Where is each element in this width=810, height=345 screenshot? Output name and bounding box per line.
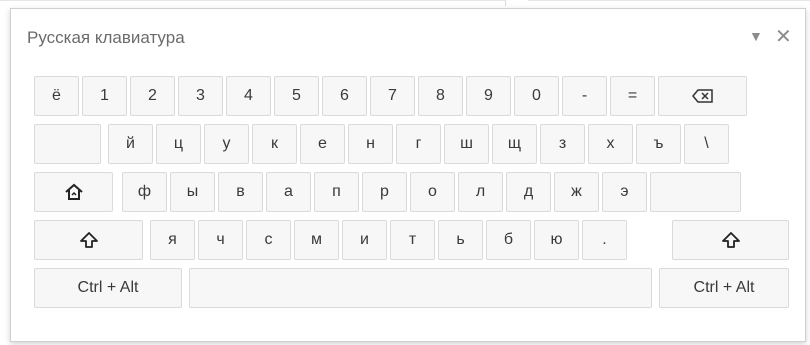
key-м[interactable]: м — [294, 220, 339, 260]
space-key[interactable] — [189, 268, 652, 308]
shift-right-key[interactable] — [672, 220, 789, 260]
backspace-icon — [691, 89, 714, 103]
key-й[interactable]: й — [108, 124, 153, 164]
key-3[interactable]: 3 — [178, 76, 223, 116]
key-и[interactable]: и — [342, 220, 387, 260]
key-к[interactable]: к — [252, 124, 297, 164]
key-ж[interactable]: ж — [554, 172, 599, 212]
key-7[interactable]: 7 — [370, 76, 415, 116]
key-щ[interactable]: щ — [492, 124, 537, 164]
triangle-down-icon: ▼ — [749, 28, 763, 44]
key-4[interactable]: 4 — [226, 76, 271, 116]
key-8[interactable]: 8 — [418, 76, 463, 116]
minimize-button[interactable]: ▼ — [749, 28, 763, 44]
key-9[interactable]: 9 — [466, 76, 511, 116]
key-в[interactable]: в — [218, 172, 263, 212]
key--[interactable]: - — [562, 76, 607, 116]
key-е[interactable]: е — [300, 124, 345, 164]
close-icon: ✕ — [775, 26, 792, 48]
ctrl-alt-right-key[interactable]: Ctrl + Alt — [659, 268, 789, 308]
enter-key[interactable] — [650, 172, 741, 212]
tab-key[interactable] — [34, 124, 101, 164]
key-с[interactable]: с — [246, 220, 291, 260]
key-о[interactable]: о — [410, 172, 455, 212]
key-л[interactable]: л — [458, 172, 503, 212]
key-ы[interactable]: ы — [170, 172, 215, 212]
background-edge — [0, 0, 810, 1]
key-.[interactable]: . — [582, 220, 627, 260]
key-э[interactable]: э — [602, 172, 647, 212]
keyboard-title: Русская клавиатура — [27, 28, 185, 47]
key-а[interactable]: а — [266, 172, 311, 212]
key-ш[interactable]: ш — [444, 124, 489, 164]
key-1[interactable]: 1 — [82, 76, 127, 116]
backspace-key[interactable] — [658, 76, 747, 116]
key-у[interactable]: у — [204, 124, 249, 164]
key-т[interactable]: т — [390, 220, 435, 260]
key-х[interactable]: х — [588, 124, 633, 164]
key-н[interactable]: н — [348, 124, 393, 164]
key-2[interactable]: 2 — [130, 76, 175, 116]
key-0[interactable]: 0 — [514, 76, 559, 116]
close-button[interactable]: ✕ — [775, 24, 792, 49]
key-6[interactable]: 6 — [322, 76, 367, 116]
background-gap — [505, 0, 528, 6]
key-=[interactable]: = — [610, 76, 655, 116]
key-ю[interactable]: ю — [534, 220, 579, 260]
shift-arrow-icon — [79, 231, 99, 249]
key-ь[interactable]: ь — [438, 220, 483, 260]
capslock-key[interactable] — [34, 172, 113, 212]
key-5[interactable]: 5 — [274, 76, 319, 116]
ctrl-alt-left-key[interactable]: Ctrl + Alt — [34, 268, 182, 308]
key-ч[interactable]: ч — [198, 220, 243, 260]
key-д[interactable]: д — [506, 172, 551, 212]
key-ц[interactable]: ц — [156, 124, 201, 164]
key-б[interactable]: б — [486, 220, 531, 260]
key-г[interactable]: г — [396, 124, 441, 164]
home-capslock-icon — [64, 183, 84, 201]
key-п[interactable]: п — [314, 172, 359, 212]
key-ф[interactable]: ф — [122, 172, 167, 212]
key-ё[interactable]: ё — [34, 76, 79, 116]
key-р[interactable]: р — [362, 172, 407, 212]
shift-left-key[interactable] — [34, 220, 143, 260]
key-ъ[interactable]: ъ — [636, 124, 681, 164]
shift-arrow-icon — [721, 231, 741, 249]
key-я[interactable]: я — [150, 220, 195, 260]
key-з[interactable]: з — [540, 124, 585, 164]
key-\[interactable]: \ — [684, 124, 729, 164]
